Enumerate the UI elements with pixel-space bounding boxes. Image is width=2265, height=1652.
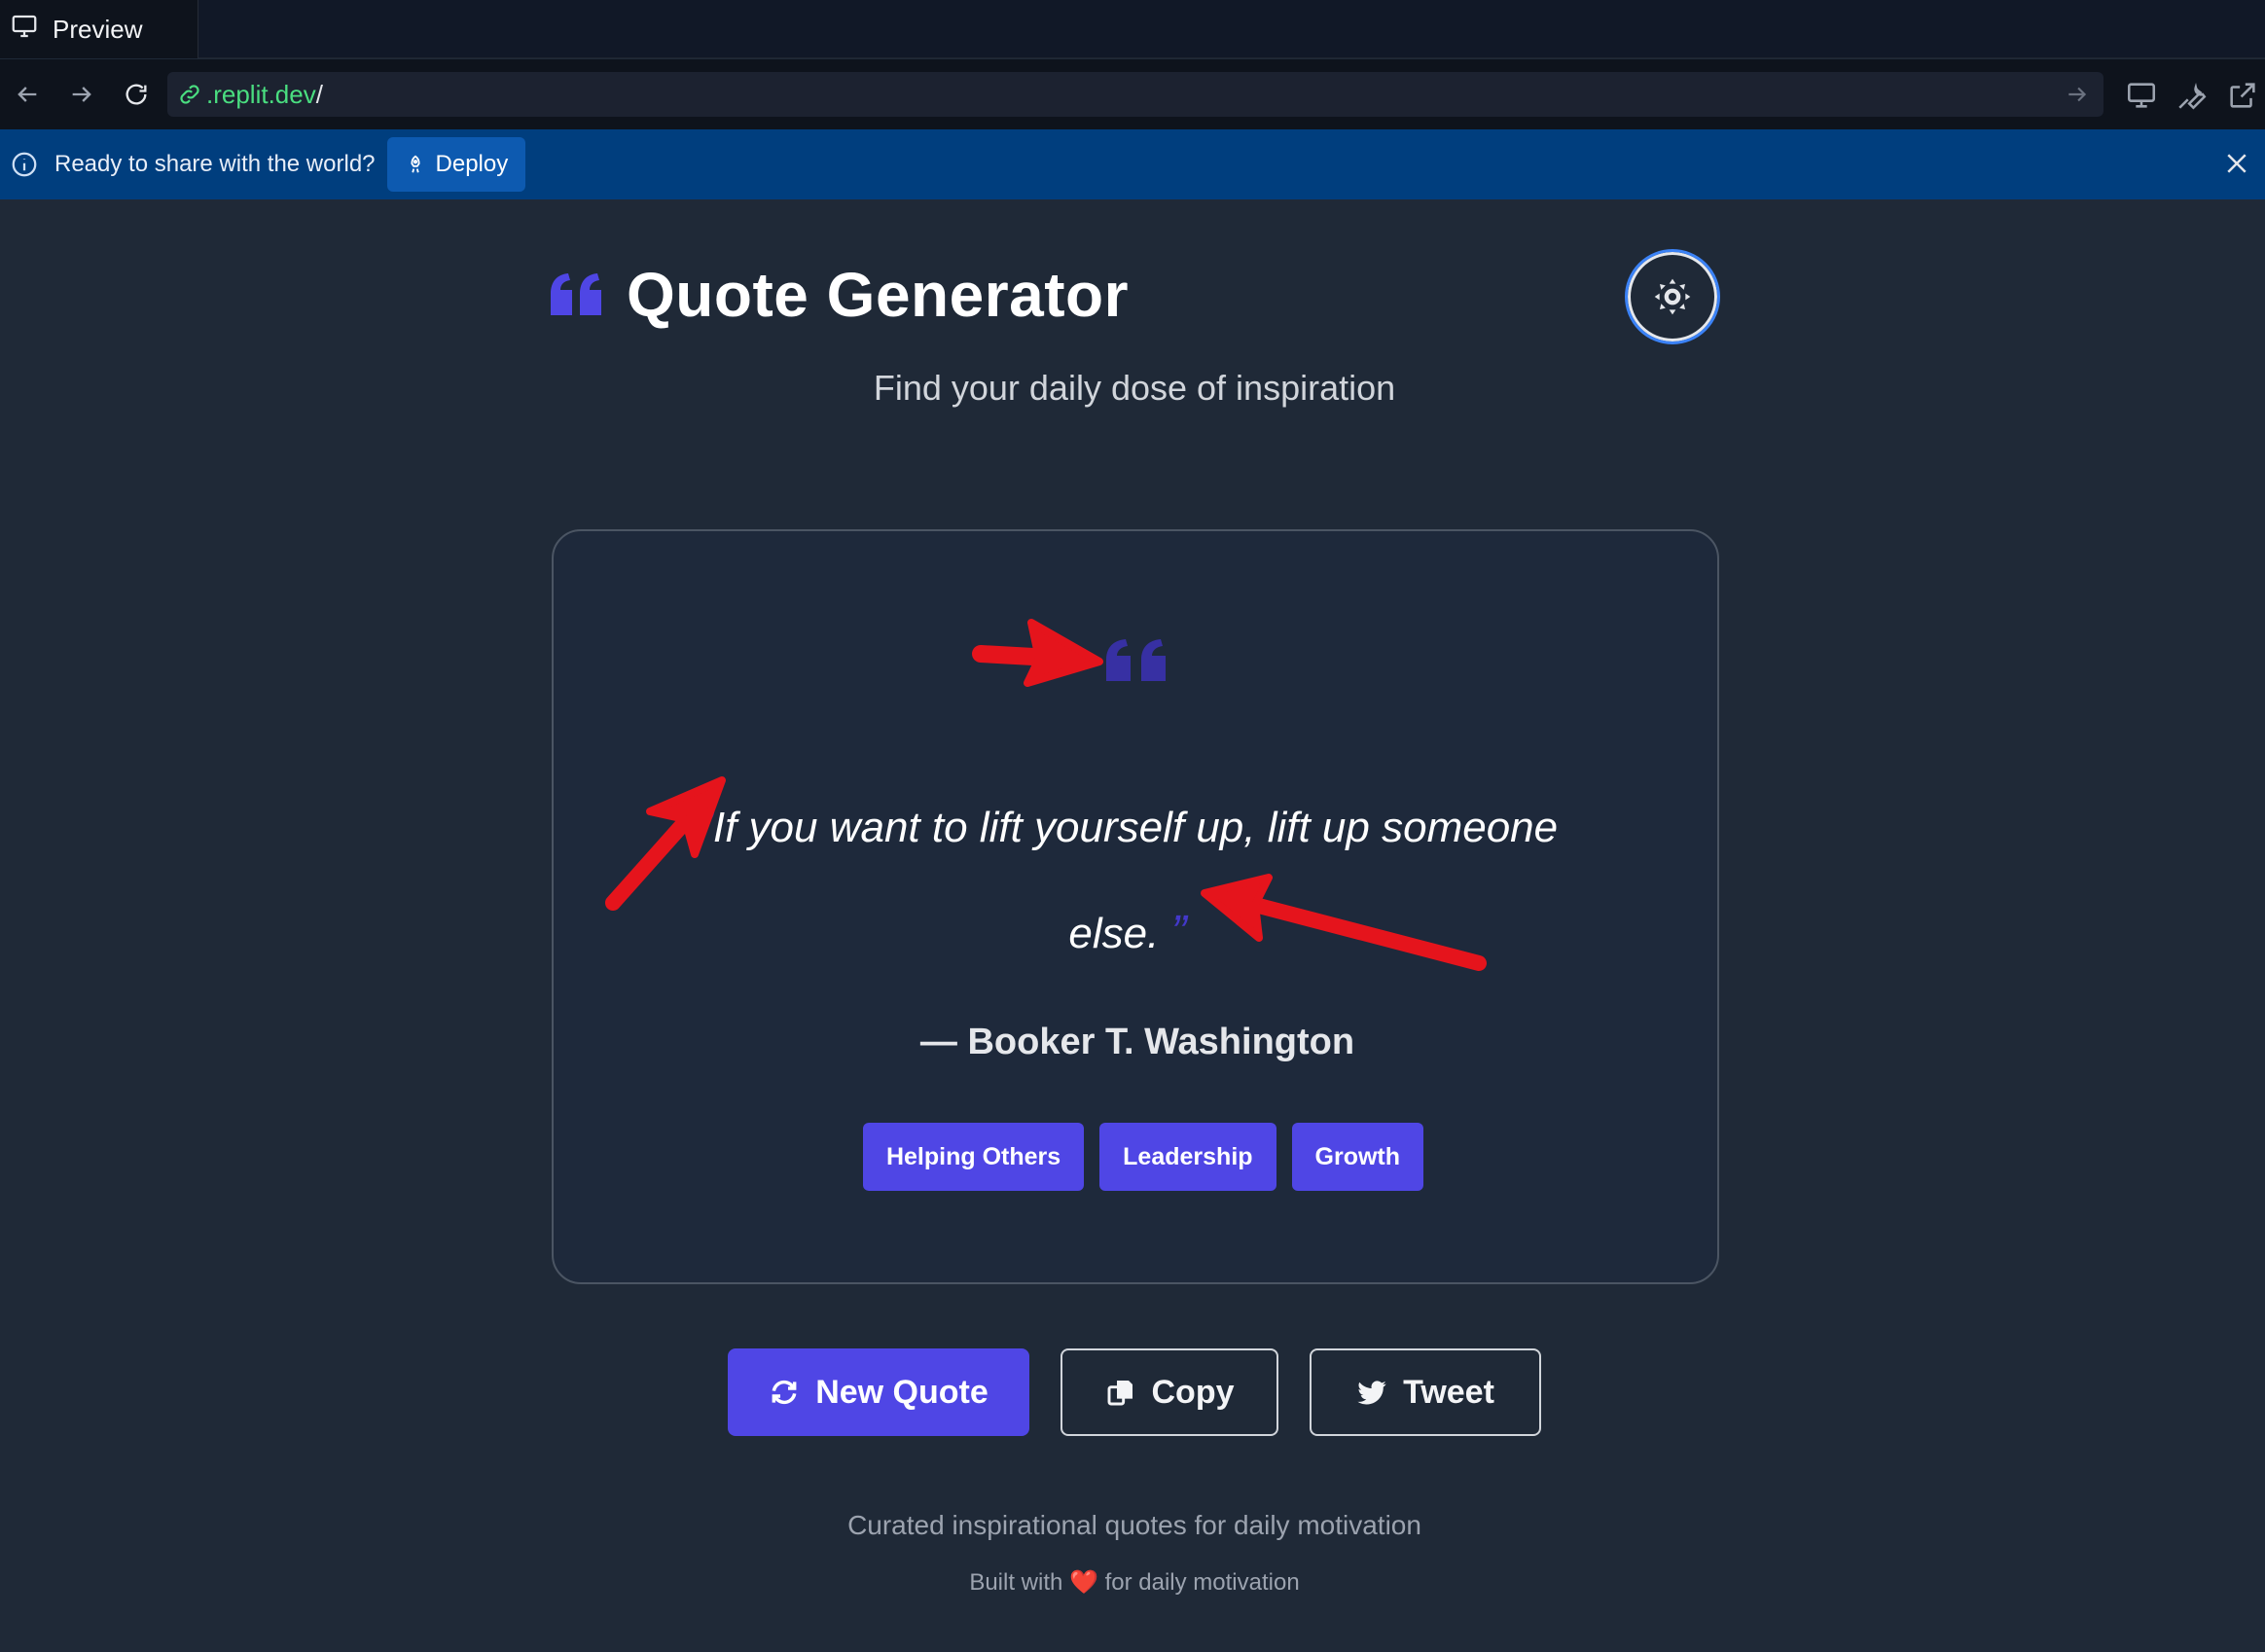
reload-button[interactable] [117, 75, 156, 114]
tag-growth[interactable]: Growth [1291, 1123, 1424, 1191]
reload-icon [126, 84, 147, 105]
copy-icon [1107, 1381, 1132, 1406]
footer-tagline: Curated inspirational quotes for daily m… [847, 1510, 1421, 1540]
info-icon [12, 152, 37, 177]
quote-card: ”If you want to lift yourself up, lift u… [552, 529, 1719, 1284]
close-icon[interactable] [2222, 149, 2251, 178]
devices-icon[interactable] [2125, 79, 2158, 112]
twitter-icon [1357, 1381, 1386, 1405]
copy-button[interactable]: Copy [1061, 1348, 1278, 1436]
footer-built-with: Built with ❤️ for daily motivation [0, 1568, 2265, 1597]
monitor-icon [10, 12, 39, 48]
quote-open-mark: ” [697, 801, 713, 852]
deploy-banner: Ready to share with the world? Deploy [0, 129, 2265, 199]
arrow-right-icon [72, 87, 91, 102]
url-bar[interactable]: .replit.dev / [167, 72, 2103, 117]
new-quote-label: New Quote [815, 1373, 989, 1411]
page-title: Quote Generator [627, 260, 1130, 330]
action-buttons: New Quote Copy Tweet [0, 1348, 2265, 1436]
go-arrow-icon[interactable] [2065, 82, 2090, 107]
tweet-button[interactable]: Tweet [1310, 1348, 1541, 1436]
copy-label: Copy [1151, 1373, 1235, 1411]
forward-button[interactable] [62, 75, 101, 114]
quote-body: If you want to lift yourself up, lift up… [712, 804, 1559, 957]
quote-text: ”If you want to lift yourself up, lift u… [680, 774, 1575, 987]
back-button[interactable] [8, 75, 47, 114]
tab-bar: Preview [0, 0, 2265, 58]
footer-built-suffix: for daily motivation [1104, 1569, 1300, 1596]
tab-label: Preview [53, 14, 143, 44]
tweet-label: Tweet [1403, 1373, 1494, 1411]
footer-built-prefix: Built with [969, 1569, 1063, 1596]
arrow-left-icon [18, 87, 37, 102]
link-icon [180, 85, 199, 104]
rocket-icon [410, 155, 420, 173]
tag-helping-others[interactable]: Helping Others [862, 1123, 1085, 1191]
quote-author: — Booker T. Washington [919, 1022, 1355, 1062]
url-domain: .replit.dev [206, 79, 316, 109]
heart-icon: ❤️ [1069, 1569, 1098, 1596]
quote-left-icon [1106, 639, 1166, 681]
sun-icon [1654, 278, 1691, 315]
quote-close-mark: ” [1170, 907, 1187, 958]
sync-icon [772, 1380, 797, 1405]
wrench-icon[interactable] [2175, 79, 2209, 112]
external-link-icon[interactable] [2226, 79, 2259, 112]
deploy-button[interactable]: Deploy [386, 137, 526, 192]
page-subtitle: Find your daily dose of inspiration [873, 368, 1396, 408]
url-path: / [315, 79, 323, 109]
tab-preview[interactable]: Preview [0, 0, 198, 58]
navigation-bar: .replit.dev / [0, 59, 2265, 129]
theme-toggle-button[interactable] [1625, 249, 1720, 344]
deploy-label: Deploy [435, 151, 509, 177]
quote-left-icon [551, 273, 601, 315]
tag-list: Helping Others Leadership Growth [554, 1123, 1721, 1191]
banner-message: Ready to share with the world? [54, 151, 376, 177]
new-quote-button[interactable]: New Quote [728, 1348, 1029, 1436]
app-header: Quote Generator [549, 249, 1720, 346]
tag-leadership[interactable]: Leadership [1099, 1123, 1276, 1191]
